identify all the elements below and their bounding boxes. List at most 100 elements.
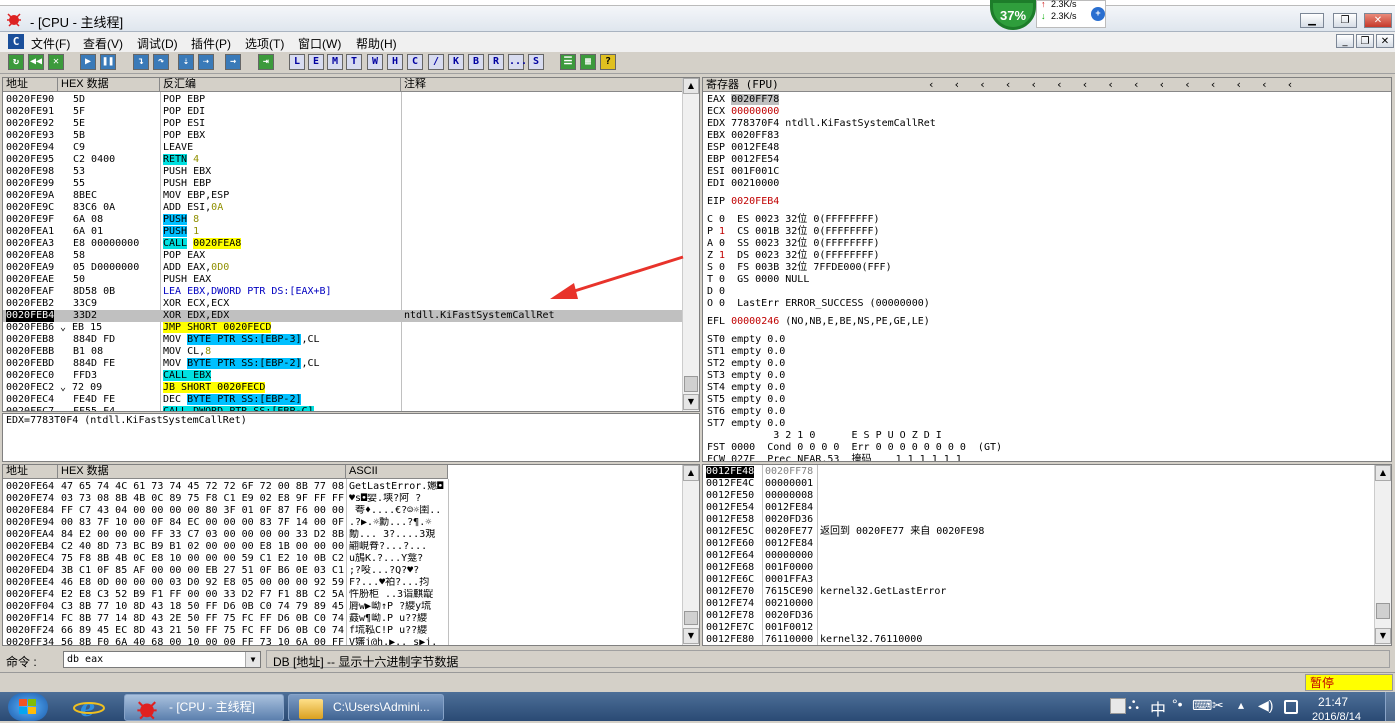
flag-row[interactable]: Z 1 DS 0023 32位 0(FFFFFFFF) [707,250,880,262]
toolbar-threads-button[interactable]: T [346,54,362,70]
dump-row[interactable]: 0020FEF4 E2 E8 C3 52 B9 F1 FF 00 00 33 D2… [3,589,684,601]
stack-row[interactable]: 0012FE70 7615CE90 kernel32.GetLastError [703,586,1373,598]
disasm-row[interactable]: 0020FEC2 ⌄ 72 09 JB SHORT 0020FECD [3,382,684,394]
scroll-down-icon[interactable]: ▼ [683,394,699,410]
disasm-row[interactable]: 0020FE94 C9 LEAVE [3,142,684,154]
fpu-register-row[interactable]: ST3 empty 0.0 [707,370,785,382]
maximize-button[interactable]: ❐ [1333,13,1357,28]
flag-row[interactable]: T 0 GS 0000 NULL [707,274,809,286]
register-edi[interactable]: EDI 00210000 [707,178,785,190]
fpu-register-row[interactable]: ST4 empty 0.0 [707,382,785,394]
disasm-row[interactable]: 0020FE99 55 PUSH EBP [3,178,684,190]
ime-icon[interactable]: ⛬ [1128,696,1139,714]
ie-icon[interactable]: e [72,693,106,722]
dump-col-header-ascii[interactable]: ASCII [346,465,448,479]
network-icon[interactable] [1284,700,1298,714]
bug-app-icon[interactable] [6,11,22,27]
keyboard-icon[interactable] [1110,698,1126,714]
step-into-icon[interactable]: ↴ [133,54,149,70]
dump-row[interactable]: 0020FEC4 75 F8 8B 4B 0C E8 10 00 00 00 59… [3,553,684,565]
fpu-register-row[interactable]: ST6 empty 0.0 [707,406,785,418]
taskbar-button-explorer[interactable]: C:\Users\Admini... [288,694,444,721]
disassembly-pane[interactable]: 地址 HEX 数据 反汇编 注释 0020FE90 5D POP EBP 0020FE… [2,77,700,412]
register-efl[interactable]: EFL 00000246 (NO,NB,E,BE,NS,PE,GE,LE) [707,316,930,328]
toolbar-memory-button[interactable]: M [327,54,343,70]
scroll-down-icon[interactable]: ▼ [683,628,699,644]
dump-scrollbar[interactable]: ▲ ▼ [682,465,699,645]
register-esi[interactable]: ESI 001F001C [707,166,785,178]
register-pane[interactable]: 寄存器 (FPU) ‹‹‹‹‹‹‹‹‹‹‹‹‹‹‹ EAX 0020FF78 E… [702,77,1392,462]
dump-row[interactable]: 0020FF24 66 89 45 EC 8D 43 21 50 FF 75 FC… [3,625,684,637]
scroll-down-icon[interactable]: ▼ [1375,628,1391,644]
trace-over-icon[interactable]: ⇢ [198,54,214,70]
mdi-minimize-button[interactable]: _ [1336,34,1354,48]
flag-row[interactable]: D 0 [707,286,725,298]
register-eip[interactable]: EIP 0020FEB4 [707,196,779,208]
disasm-row[interactable]: 0020FEA1 6A 01 PUSH 1 [3,226,684,238]
scroll-up-icon[interactable]: ▲ [1375,465,1391,481]
list-icon[interactable]: ☰ [560,54,576,70]
clock-date[interactable]: 2016/8/14 [1312,711,1361,723]
dump-col-header-hex[interactable]: HEX 数据 [58,465,346,479]
stack-row[interactable]: 0012FE48 0020FF78 [703,466,1373,478]
register-ebx[interactable]: EBX 0020FF83 [707,130,785,142]
toolbar-modules-button[interactable]: E [308,54,324,70]
stack-row[interactable]: 0012FE54 0012FE84 [703,502,1373,514]
col-header-comment[interactable]: 注释 [401,78,685,92]
disasm-row[interactable]: 0020FE90 5D POP EBP [3,94,684,106]
disasm-row[interactable]: 0020FE93 5B POP EBX [3,130,684,142]
disasm-row[interactable]: 0020FEA3 E8 00000000 CALL 0020FEA8 [3,238,684,250]
dump-row[interactable]: 0020FF04 C3 8B 77 10 8D 43 18 50 FF D6 0B… [3,601,684,613]
disasm-row[interactable]: 0020FEC0 FFD3 CALL EBX [3,370,684,382]
disasm-row[interactable]: 0020FEC7 FF55 F4 CALL DWORD PTR SS:[EBP-C] [3,406,684,411]
col-header-hex[interactable]: HEX 数据 [58,78,160,92]
open-icon[interactable]: ↻ [8,54,24,70]
stack-row[interactable]: 0012FE7C 001F0012 [703,622,1373,634]
toolbar-references-button[interactable]: R [488,54,504,70]
toolbar-handles-button[interactable]: H [387,54,403,70]
goto-icon[interactable]: ⇥ [258,54,274,70]
register-esp[interactable]: ESP 0012FE48 [707,142,785,154]
disasm-row[interactable]: 0020FE92 5E POP ESI [3,118,684,130]
stack-row[interactable]: 0012FE5C 0020FE77 返回到 0020FE77 来自 0020FE98 [703,526,1373,538]
trace-into-icon[interactable]: ⇣ [178,54,194,70]
dump-row[interactable]: 0020FED4 3B C1 0F 85 AF 00 00 00 EB 27 51… [3,565,684,577]
scroll-thumb[interactable] [684,376,698,392]
scroll-thumb[interactable] [1376,603,1390,619]
toolbar-breakpoints-button[interactable]: B [468,54,484,70]
register-edx[interactable]: EDX 778370F4 ntdll.KiFastSystemCallRet [707,118,936,130]
fpu-register-row[interactable]: ST1 empty 0.0 [707,346,785,358]
scroll-thumb[interactable] [684,611,698,625]
stack-row[interactable]: 0012FE80 76110000 kernel32.76110000 [703,634,1373,645]
clock-time[interactable]: 21:47 [1318,695,1348,709]
fpu-register-row[interactable]: ST0 empty 0.0 [707,334,785,346]
fpu-register-row[interactable]: ST2 empty 0.0 [707,358,785,370]
disasm-row[interactable]: 0020FEC4 FE4D FE DEC BYTE PTR SS:[EBP-2] [3,394,684,406]
scroll-up-icon[interactable]: ▲ [683,465,699,481]
softkeyboard-icon[interactable]: ⌨ [1192,697,1212,714]
dump-row[interactable]: 0020FEB4 C2 40 8D 73 BC B9 B1 02 00 00 00… [3,541,684,553]
menu-plugins[interactable]: 插件(P) [191,35,231,52]
mdi-close-button[interactable]: ✕ [1376,34,1394,48]
register-eax[interactable]: EAX 0020FF78 [707,94,785,106]
stack-row[interactable]: 0012FE6C 0001FFA3 [703,574,1373,586]
minimize-button[interactable]: ▁ [1300,13,1324,28]
disasm-row[interactable]: 0020FE9F 6A 08 PUSH 8 [3,214,684,226]
ime-mode[interactable]: 中 [1150,696,1166,720]
stack-row[interactable]: 0012FE74 00210000 [703,598,1373,610]
taskbar-button-cpu[interactable]: - [CPU - 主线程] [124,694,284,721]
disasm-row[interactable]: 0020FEBB B1 08 MOV CL,8 [3,346,684,358]
stack-scrollbar[interactable]: ▲ ▼ [1374,465,1391,645]
dump-row[interactable]: 0020FEA4 84 E2 00 00 00 FF 33 C7 03 00 00… [3,529,684,541]
chevron-down-icon[interactable]: ▼ [245,652,260,667]
execute-till-return-icon[interactable]: → [225,54,241,70]
toolbar-runtrace-button[interactable]: ... [508,54,527,70]
command-input[interactable]: db eax ▼ [63,651,261,668]
stack-row[interactable]: 0012FE58 0020FD36 [703,514,1373,526]
memory-dump-pane[interactable]: 地址 HEX 数据 ASCII 0020FE64 47 65 74 4C 61 7… [2,464,700,646]
disasm-row[interactable]: 0020FE95 C2 0400 RETN 4 [3,154,684,166]
register-ebp[interactable]: EBP 0012FE54 [707,154,785,166]
cpu-window-icon[interactable]: C [8,34,24,49]
stack-row[interactable]: 0012FE60 0012FE84 [703,538,1373,550]
step-over-icon[interactable]: ↷ [153,54,169,70]
